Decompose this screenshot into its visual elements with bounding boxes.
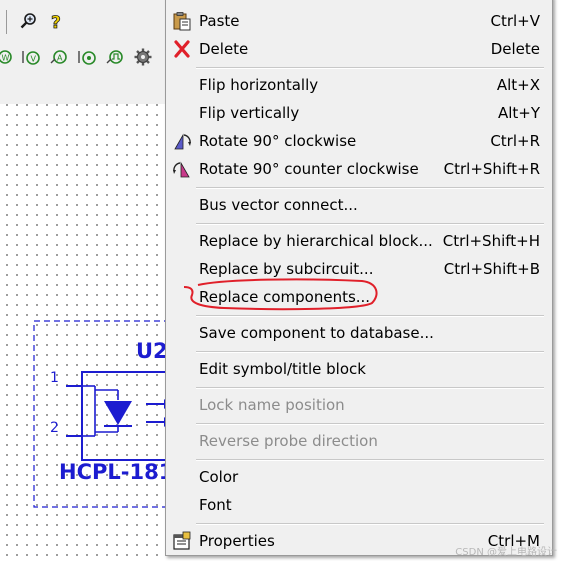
watermark: CSDN @爱上电路设计	[455, 547, 557, 558]
context-menu: Paste Ctrl+V Delete Delete Flip horizont…	[165, 0, 553, 556]
menu-item-label: Save component to database...	[199, 324, 434, 342]
menu-item-label: Bus vector connect...	[199, 196, 358, 214]
menu-item-replace-by-hierarchical-block[interactable]: Replace by hierarchical block... Ctrl+Sh…	[166, 227, 552, 255]
menu-item-lock-name-position: Lock name position	[166, 391, 552, 419]
menu-item-label: Reverse probe direction	[199, 432, 378, 450]
pin-number-1: 1	[50, 370, 59, 386]
menu-item-shortcut: Ctrl+Shift+H	[442, 232, 540, 250]
menu-item-label: Rotate 90° clockwise	[199, 132, 357, 150]
menu-item-color[interactable]: Color	[166, 463, 552, 491]
paste-icon	[172, 11, 192, 31]
properties-icon	[172, 531, 192, 551]
menu-item-shortcut: Ctrl+Shift+B	[443, 260, 540, 278]
menu-item-label: Delete	[199, 40, 249, 58]
menu-item-bus-vector-connect[interactable]: Bus vector connect...	[166, 191, 552, 219]
menu-item-label: Replace by subcircuit...	[199, 260, 374, 278]
menu-item-delete[interactable]: Delete Delete	[166, 35, 552, 63]
rotate-cw-icon	[172, 131, 192, 151]
menu-item-reverse-probe-direction: Reverse probe direction	[166, 427, 552, 455]
menu-separator	[196, 315, 544, 317]
menu-separator	[196, 387, 544, 389]
menu-item-shortcut: Delete	[490, 40, 540, 58]
menu-item-label: Replace by hierarchical block...	[199, 232, 433, 250]
menu-item-label: Flip vertically	[199, 104, 300, 122]
menu-separator	[196, 351, 544, 353]
menu-item-edit-symbol-title-block[interactable]: Edit symbol/title block	[166, 355, 552, 383]
menu-item-font[interactable]: Font	[166, 491, 552, 519]
component-value: HCPL-181	[59, 460, 174, 484]
menu-separator	[196, 459, 544, 461]
menu-separator	[196, 67, 544, 69]
menu-separator	[196, 187, 544, 189]
menu-item-rotate-counter-clockwise[interactable]: Rotate 90° counter clockwise Ctrl+Shift+…	[166, 155, 552, 183]
menu-separator	[196, 223, 544, 225]
menu-item-label: Properties	[199, 532, 275, 550]
menu-item-label: Replace components...	[199, 288, 371, 306]
rotate-ccw-icon	[172, 159, 192, 179]
component-reference: U2	[136, 339, 168, 363]
menu-item-flip-horizontally[interactable]: Flip horizontally Alt+X	[166, 71, 552, 99]
menu-item-replace-components[interactable]: Replace components...	[166, 283, 552, 311]
menu-item-shortcut: Ctrl+Shift+R	[443, 160, 540, 178]
menu-item-label: Paste	[199, 12, 240, 30]
menu-item-shortcut: Alt+X	[496, 76, 540, 94]
menu-item-shortcut: Ctrl+V	[490, 12, 540, 30]
menu-item-label: Lock name position	[199, 396, 345, 414]
menu-separator	[196, 423, 544, 425]
menu-item-save-component-to-database[interactable]: Save component to database...	[166, 319, 552, 347]
menu-item-shortcut: Ctrl+R	[490, 132, 540, 150]
pin-number-2: 2	[50, 420, 59, 436]
menu-item-replace-by-subcircuit[interactable]: Replace by subcircuit... Ctrl+Shift+B	[166, 255, 552, 283]
menu-item-paste[interactable]: Paste Ctrl+V	[166, 7, 552, 35]
menu-item-label: Font	[199, 496, 232, 514]
menu-item-label: Edit symbol/title block	[199, 360, 366, 378]
menu-item-rotate-clockwise[interactable]: Rotate 90° clockwise Ctrl+R	[166, 127, 552, 155]
delete-x-icon	[172, 39, 192, 59]
menu-separator	[196, 523, 544, 525]
menu-item-label: Rotate 90° counter clockwise	[199, 160, 419, 178]
menu-item-label: Flip horizontally	[199, 76, 319, 94]
menu-item-label: Color	[199, 468, 239, 486]
menu-item-flip-vertically[interactable]: Flip vertically Alt+Y	[166, 99, 552, 127]
menu-item-shortcut: Alt+Y	[497, 104, 540, 122]
